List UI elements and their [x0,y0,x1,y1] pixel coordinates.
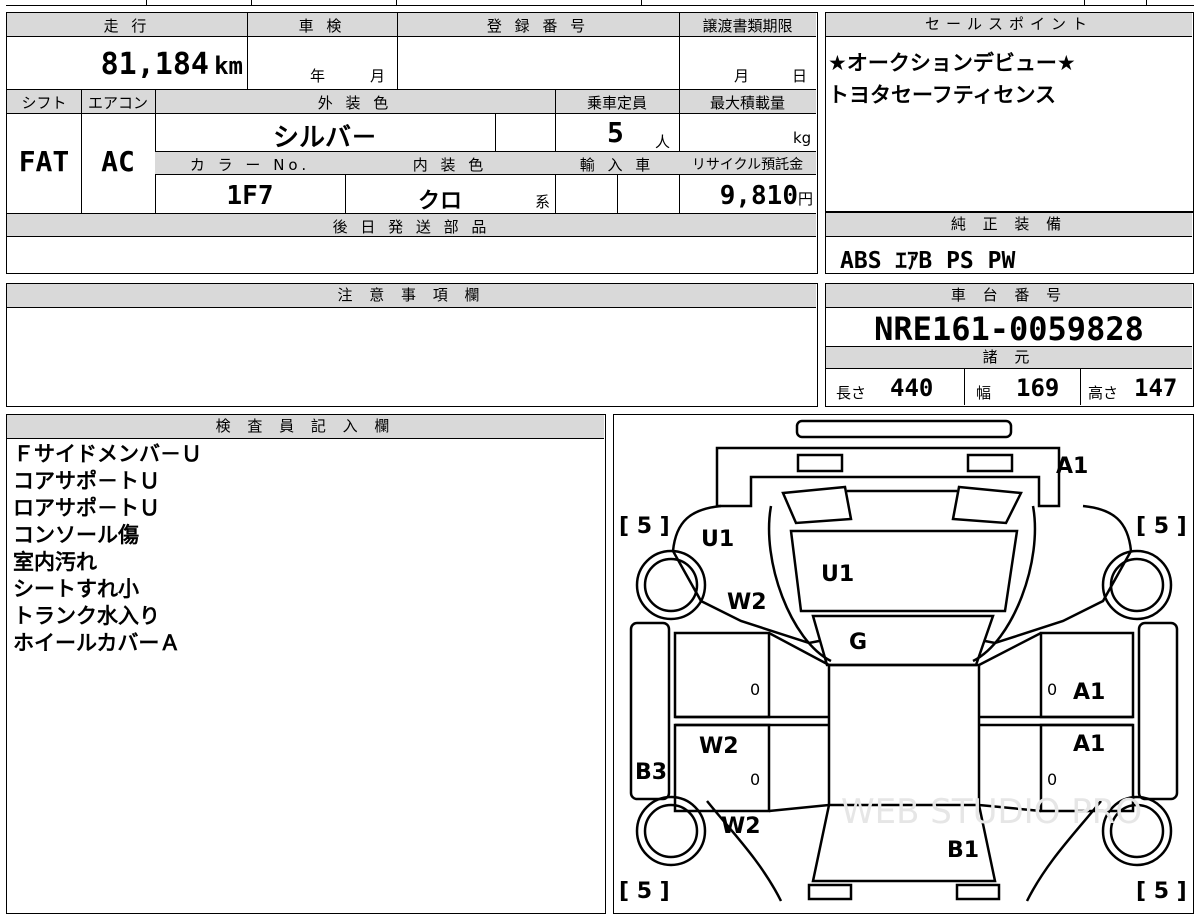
chassis-value: NRE161-0059828 [874,310,1144,348]
spec-label: 諸 元 [826,347,1192,369]
code-left-rear-door: W2 [699,734,739,759]
car-diagram-box: [ 5 ] [ 5 ] [ 5 ] [ 5 ] A1 U1 U1 W2 G A1… [613,414,1194,914]
height-label: 高さ [1088,384,1119,402]
aircon-value: AC [101,145,135,178]
tire-rear-right: [ 5 ] [1136,879,1187,903]
code-windshield: G [849,630,867,655]
inspector-box: 検 査 員 記 入 欄 Ｆサイドメンバ－Ｕ コアサポ－トＵ ロアサポ－トＵ コン… [6,414,606,914]
shaken-label: 車 検 [298,17,346,35]
mileage-label: 走 行 [103,17,151,35]
inspector-line: Ｆサイドメンバ－Ｕ [13,442,202,466]
code-right-rear-door: A1 [1073,732,1105,757]
code-left-quarter: W2 [721,814,761,839]
chassis-box: 車 台 番 号 NRE161-0059828 諸 元 長さ 440 幅 169 … [825,283,1194,407]
top-strip [6,0,1194,6]
interior-label: 内 装 色 [412,156,488,174]
color-no-value: 1F7 [226,181,274,211]
sales-point-line-2: トヨタセーフティセンス [828,83,1057,107]
shaken-month: 月 [370,67,386,85]
notes-box: 注 意 事 項 欄 [6,283,818,407]
inspector-label: 検 査 員 記 入 欄 [7,415,604,439]
recycle-label: リサイクル預託金 [691,157,804,173]
shaken-year: 年 [310,67,326,85]
length-value: 440 [890,374,934,402]
inspector-lines: Ｆサイドメンバ－Ｕ コアサポ－トＵ ロアサポ－トＵ コンソール傷 室内汚れ シー… [13,441,202,657]
sales-point-line-1: ★オークションデビュー★ [828,51,1076,75]
code-left-fender: U1 [701,527,734,552]
tire-front-right: [ 5 ] [1136,514,1187,539]
width-value: 169 [1016,374,1060,402]
length-label: 長さ [836,384,867,402]
inspector-line: 室内汚れ [13,550,97,574]
zero-right-rear: 0 [1047,770,1057,789]
tire-rear-left: [ 5 ] [619,879,670,903]
shift-value: FAT [18,145,70,178]
notes-label: 注 意 事 項 欄 [7,284,816,308]
interior-suffix: 系 [535,193,551,211]
registration-label: 登 録 番 号 [486,17,590,35]
shift-label: シフト [21,94,67,112]
code-left-pillar: W2 [727,590,767,615]
recycle-value: 9,810円 [719,181,813,211]
color-no-label: カ ラ ー No. [189,156,311,174]
code-trunk: B1 [947,838,979,863]
height-value: 147 [1134,374,1178,402]
interior-value: クロ [417,189,462,214]
capacity-value: 5 [607,116,624,149]
later-parts-label: 後 日 発 送 部 品 [332,218,491,236]
equipment-value: ABS ｴｱB PS PW [840,248,1016,274]
transfer-day: 日 [792,67,808,85]
zero-left-rear: 0 [750,770,760,789]
transfer-label: 譲渡書類期限 [702,17,793,35]
capacity-unit: 人 [655,133,671,151]
code-right-front-door: A1 [1073,680,1105,705]
transfer-month: 月 [734,67,750,85]
mileage-value: 81,184 km [100,47,243,82]
import-label: 輸 入 車 [579,156,655,174]
maxload-label: 最大積載量 [709,94,785,112]
inspector-line: コアサポ－トＵ [13,469,160,493]
sales-points-box: セールスポイント ★オークションデビュー★ トヨタセーフティセンス [825,12,1194,212]
basic-info-table: 走 行 車 検 登 録 番 号 譲渡書類期限 81,184 km 年 月 月 日… [6,12,818,274]
tire-front-left: [ 5 ] [619,514,670,539]
inspector-line: トランク水入り [13,604,160,628]
zero-left-front: 0 [750,680,760,699]
car-diagram: [ 5 ] [ 5 ] [ 5 ] [ 5 ] A1 U1 U1 W2 G A1… [619,419,1187,903]
sales-points-label: セールスポイント [826,13,1192,37]
code-hood: U1 [821,562,854,587]
equipment-label: 純 正 装 備 [826,213,1192,237]
inspector-line: シートすれ小 [13,577,139,601]
code-bumper: A1 [1056,454,1088,479]
zero-right-front: 0 [1047,680,1057,699]
watermark: WEB STUDIO PRO [841,792,1142,832]
code-left-rocker: B3 [635,760,667,785]
inspector-line: ロアサポ－トＵ [13,496,160,520]
equipment-box: 純 正 装 備 ABS ｴｱB PS PW [825,212,1194,274]
maxload-unit: kg [793,129,812,147]
inspector-line: コンソール傷 [13,523,139,547]
exterior-label: 外 装 色 [317,94,393,112]
aircon-label: エアコン [87,94,148,112]
chassis-label: 車 台 番 号 [826,284,1192,308]
width-label: 幅 [976,384,992,402]
exterior-value: シルバ－ [272,123,377,153]
inspector-line: ホイールカバーＡ [13,631,181,655]
capacity-label: 乗車定員 [586,94,647,112]
